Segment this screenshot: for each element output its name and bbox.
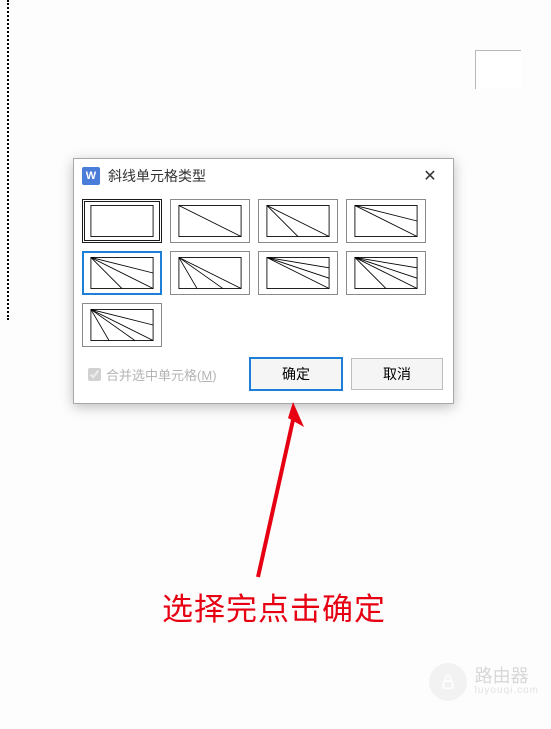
option-diag-7[interactable]	[346, 251, 426, 295]
option-none[interactable]	[82, 199, 162, 243]
dialog-titlebar: W 斜线单元格类型 ✕	[74, 159, 453, 193]
merge-cells-checkbox: 合并选中单元格(M)	[84, 365, 241, 384]
annotation-text: 选择完点击确定	[162, 584, 386, 629]
watermark-sub: luyouqi.com	[475, 686, 539, 697]
close-button[interactable]: ✕	[415, 164, 445, 188]
annotation-arrow	[218, 402, 308, 587]
merge-label-key: M	[201, 368, 212, 383]
option-diag-1[interactable]	[170, 199, 250, 243]
option-diag-5[interactable]	[170, 251, 250, 295]
merge-cells-input	[88, 368, 101, 381]
dialog-bottom-row: 合并选中单元格(M) 确定 取消	[74, 351, 453, 403]
cell-type-options	[74, 193, 453, 351]
close-icon: ✕	[423, 166, 436, 186]
option-diag-4[interactable]	[82, 251, 162, 295]
option-diag-6[interactable]	[258, 251, 338, 295]
option-diag-3[interactable]	[346, 199, 426, 243]
ruler-edge-left	[7, 0, 9, 320]
merge-label-prefix: 合并选中单元格(	[106, 368, 201, 383]
diagonal-cell-type-dialog: W 斜线单元格类型 ✕	[73, 158, 454, 404]
merge-label-suffix: )	[212, 368, 216, 383]
cancel-button-label: 取消	[383, 364, 411, 384]
option-diag-2[interactable]	[258, 199, 338, 243]
ok-button-label: 确定	[282, 364, 310, 384]
watermark: 路由器 luyouqi.com	[429, 663, 539, 701]
cancel-button[interactable]: 取消	[351, 358, 443, 390]
watermark-icon	[429, 663, 467, 701]
watermark-text: 路由器	[475, 667, 539, 686]
ok-button[interactable]: 确定	[249, 357, 343, 391]
app-icon: W	[82, 167, 100, 185]
background-cell	[475, 50, 521, 89]
option-diag-8[interactable]	[82, 303, 162, 347]
dialog-title: 斜线单元格类型	[108, 166, 415, 186]
